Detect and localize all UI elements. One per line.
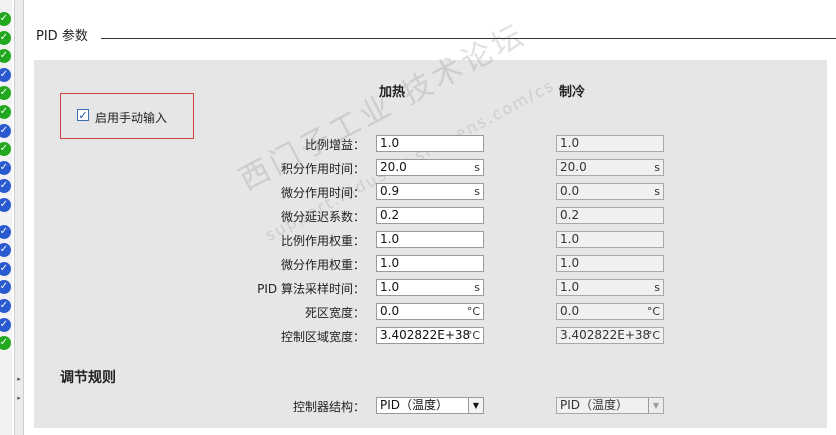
column-header-cooling: 制冷 (559, 85, 586, 100)
tuning-rules-heading: 调节规则 (60, 370, 116, 386)
cooling-param-field: 0.0 s (556, 183, 664, 200)
field-value: 0.0 (560, 304, 580, 318)
checkmark-icon: ✓ (78, 108, 88, 122)
field-value: 0.0 (380, 304, 400, 318)
field-value: 20.0 (560, 160, 587, 174)
param-label: 比例作用权重： (280, 234, 365, 248)
check-circle-icon: ✓ (0, 86, 11, 100)
cooling-param-field: 1.0 (556, 135, 664, 152)
controller-structure-heating-select[interactable]: PID（温度） ▼ (376, 397, 484, 414)
heating-param-field[interactable]: 0.0 °C (376, 303, 484, 320)
info-circle-icon: ✓ (0, 318, 11, 332)
info-circle-icon: ✓ (0, 262, 11, 276)
cooling-param-field: 3.402822E+38 °C (556, 327, 664, 344)
heating-param-field[interactable]: 0.9 s (376, 183, 484, 200)
manual-input-label: 启用手动输入 (95, 111, 168, 125)
section-title: PID 参数 (36, 29, 88, 44)
unit-label: °C (646, 329, 660, 342)
param-label: 控制区域宽度： (280, 330, 365, 344)
field-value: 0.2 (380, 208, 400, 222)
section-divider (101, 38, 836, 39)
select-value: PID（温度） (560, 398, 629, 412)
select-value: PID（温度） (380, 398, 449, 412)
unit-label: °C (646, 305, 660, 318)
info-circle-icon: ✓ (0, 299, 11, 313)
unit-label: s (474, 185, 480, 198)
info-circle-icon: ✓ (0, 225, 11, 239)
param-label: 比例增益： (304, 138, 365, 152)
cooling-param-field: 0.2 (556, 207, 664, 224)
param-label: 微分作用权重： (280, 258, 365, 272)
info-circle-icon: ✓ (0, 243, 11, 257)
check-circle-icon: ✓ (0, 49, 11, 63)
unit-label: °C (466, 305, 480, 318)
heating-param-field[interactable]: 20.0 s (376, 159, 484, 176)
cooling-param-field: 1.0 (556, 231, 664, 248)
unit-label: s (654, 281, 660, 294)
scroll-arrow-icon[interactable]: ▸ (16, 374, 22, 384)
field-value: 3.402822E+38 (380, 328, 471, 342)
check-circle-icon: ✓ (0, 12, 11, 26)
heating-param-field[interactable]: 1.0 (376, 231, 484, 248)
check-circle-icon: ✓ (0, 105, 11, 119)
check-circle-icon: ✓ (0, 336, 11, 350)
field-value: 1.0 (380, 256, 400, 270)
scroll-arrow-icon[interactable]: ▸ (16, 393, 22, 403)
info-circle-icon: ✓ (0, 280, 11, 294)
field-value: 0.2 (560, 208, 580, 222)
param-label: 死区宽度： (304, 306, 365, 320)
cooling-param-field: 1.0 s (556, 279, 664, 296)
param-label: 微分延迟系数： (280, 210, 365, 224)
info-circle-icon: ✓ (0, 179, 11, 193)
status-strip: ✓ ✓ ✓ ✓ ✓ ✓ ✓ ✓ ✓ ✓ ✓ ✓ ✓ ✓ ✓ ✓ ✓ ✓ (0, 0, 12, 435)
field-value: 1.0 (380, 280, 400, 294)
unit-label: s (474, 161, 480, 174)
info-circle-icon: ✓ (0, 198, 11, 212)
field-value: 1.0 (560, 256, 580, 270)
column-header-heating: 加热 (379, 85, 406, 100)
field-value: 0.0 (560, 184, 580, 198)
field-value: 3.402822E+38 (560, 328, 651, 342)
field-value: 20.0 (380, 160, 407, 174)
chevron-down-icon: ▼ (648, 398, 663, 413)
field-value: 1.0 (380, 136, 400, 150)
heating-param-field[interactable]: 0.2 (376, 207, 484, 224)
field-value: 1.0 (560, 136, 580, 150)
unit-label: s (474, 281, 480, 294)
field-value: 0.9 (380, 184, 400, 198)
cooling-param-field: 0.0 °C (556, 303, 664, 320)
controller-structure-label: 控制器结构： (292, 400, 365, 414)
heating-param-field[interactable]: 3.402822E+38 °C (376, 327, 484, 344)
manual-input-checkbox[interactable]: ✓ (77, 109, 89, 121)
field-value: 1.0 (560, 232, 580, 246)
param-label: 积分作用时间： (280, 162, 365, 176)
unit-label: s (654, 185, 660, 198)
controller-structure-cooling-select: PID（温度） ▼ (556, 397, 664, 414)
field-value: 1.0 (380, 232, 400, 246)
cooling-param-field: 1.0 (556, 255, 664, 272)
unit-label: °C (466, 329, 480, 342)
heating-param-field[interactable]: 1.0 (376, 135, 484, 152)
cooling-param-field: 20.0 s (556, 159, 664, 176)
check-circle-icon: ✓ (0, 142, 11, 156)
info-circle-icon: ✓ (0, 124, 11, 138)
heating-param-field[interactable]: 1.0 (376, 255, 484, 272)
info-circle-icon: ✓ (0, 68, 11, 82)
param-label: 微分作用时间： (280, 186, 365, 200)
check-circle-icon: ✓ (0, 31, 11, 45)
param-label: PID 算法采样时间： (257, 282, 365, 296)
chevron-down-icon[interactable]: ▼ (468, 398, 483, 413)
heating-param-field[interactable]: 1.0 s (376, 279, 484, 296)
unit-label: s (654, 161, 660, 174)
field-value: 1.0 (560, 280, 580, 294)
info-circle-icon: ✓ (0, 161, 11, 175)
vertical-scrollbar[interactable]: ▸ ▸ (14, 0, 24, 435)
